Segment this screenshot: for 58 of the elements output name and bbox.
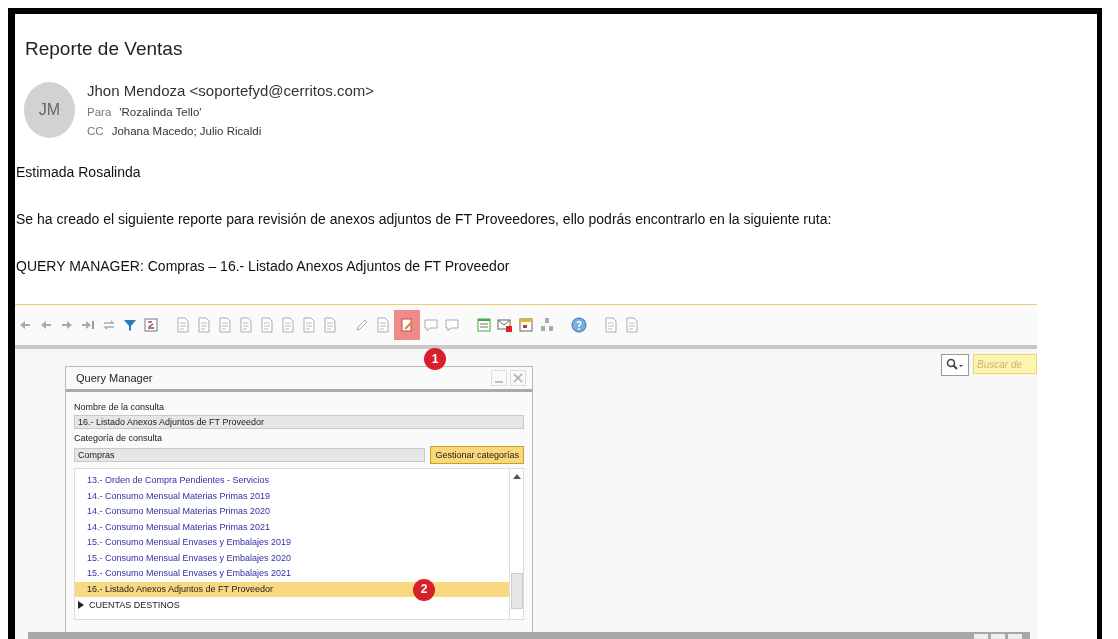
document-icon bbox=[280, 317, 296, 333]
field-label: Nombre de la consulta bbox=[74, 402, 166, 412]
document-icon bbox=[238, 317, 254, 333]
document-icon bbox=[217, 317, 233, 333]
filter-icon bbox=[122, 317, 138, 333]
search-icon bbox=[945, 358, 965, 372]
window-title: Query Manager bbox=[76, 372, 153, 384]
query-list-item[interactable]: 15.- Consumo Mensual Envases y Embalajes 2019 bbox=[75, 535, 509, 551]
avatar: JM bbox=[24, 82, 75, 138]
document-icon bbox=[175, 317, 191, 333]
query-icon bbox=[399, 317, 415, 333]
to-label: Para bbox=[87, 106, 112, 118]
document-icon bbox=[624, 317, 640, 333]
query-name-field[interactable]: 16.- Listado Anexos Adjuntos de FT Proveedor bbox=[74, 415, 524, 429]
document-icon bbox=[301, 317, 317, 333]
recipient: 'Rozalinda Tello' bbox=[119, 106, 202, 118]
document-icon bbox=[259, 317, 275, 333]
document-icon bbox=[603, 317, 619, 333]
email-paragraph: Se ha creado el siguiente reporte para revisión de anexos adjuntos de FT Proveedores, ello podrás encontrarlo en la siguiente ruta: bbox=[16, 211, 833, 227]
up-arrow-icon bbox=[512, 473, 521, 479]
toolbar-button[interactable] bbox=[569, 314, 589, 336]
comment-icon bbox=[423, 317, 439, 333]
search-button[interactable] bbox=[941, 354, 969, 376]
category-field[interactable]: Compras bbox=[74, 448, 426, 462]
search-field[interactable]: Buscar de bbox=[973, 354, 1037, 374]
email-paragraph: Estimada Rosalinda bbox=[16, 164, 142, 180]
query-list-item[interactable]: 14.- Consumo Mensual Materias Primas 2021 bbox=[75, 519, 509, 535]
query-list-item[interactable]: 13.- Orden de Compra Pendientes - Servicios bbox=[75, 473, 509, 489]
manage-categories-button[interactable]: Gestionar categorías bbox=[430, 446, 524, 464]
query-list-item[interactable]: 14.- Consumo Mensual Materias Primas 2020 bbox=[75, 504, 509, 520]
mail-icon bbox=[497, 317, 513, 333]
pencil-icon bbox=[354, 317, 370, 333]
minimize-icon bbox=[495, 381, 503, 383]
minimize-button[interactable] bbox=[491, 370, 507, 386]
close-button[interactable] bbox=[510, 370, 526, 386]
email-paragraph: QUERY MANAGER: Compras – 16.- Listado Anexos Adjuntos de FT Proveedor bbox=[16, 258, 511, 274]
caret-icon[interactable] bbox=[77, 600, 85, 609]
comment-icon bbox=[444, 317, 460, 333]
document-icon bbox=[375, 317, 391, 333]
hierarchy-icon bbox=[539, 317, 555, 333]
query-list-item[interactable]: 14.- Consumo Mensual Materias Primas 2019 bbox=[75, 488, 509, 504]
step-marker: 2 bbox=[413, 578, 435, 601]
close-icon bbox=[513, 373, 523, 383]
document-icon bbox=[196, 317, 212, 333]
cc-label: CC bbox=[87, 125, 104, 137]
sender: Jhon Mendoza <soportefyd@cerritos.com> bbox=[87, 82, 375, 99]
sort-icon bbox=[143, 317, 159, 333]
document-icon bbox=[322, 317, 338, 333]
help-icon bbox=[571, 317, 587, 333]
calendar-icon bbox=[518, 317, 534, 333]
query-list-item[interactable]: 15.- Consumo Mensual Envases y Embalajes 2020 bbox=[75, 550, 509, 566]
scrollbar[interactable] bbox=[509, 469, 523, 619]
scrollbar-thumb[interactable] bbox=[510, 573, 523, 609]
folder-item[interactable]: CUENTAS DESTINOS bbox=[89, 599, 180, 610]
field-label: Categoría de consulta bbox=[74, 433, 164, 443]
cc-recipients: Johana Macedo; Julio Ricaldi bbox=[111, 125, 262, 137]
email-subject: Reporte de Ventas bbox=[25, 38, 184, 60]
checklist-icon bbox=[476, 317, 492, 333]
